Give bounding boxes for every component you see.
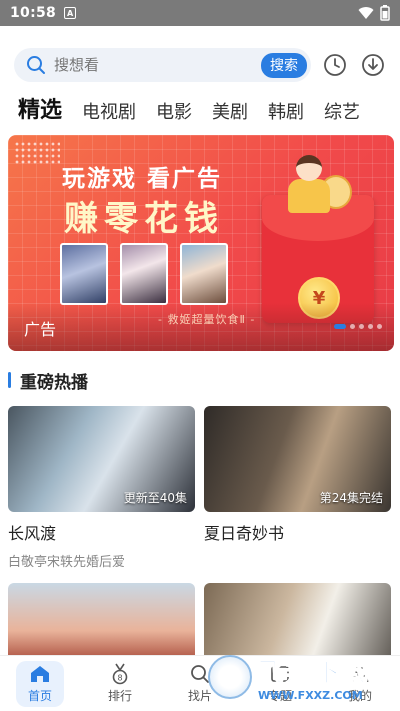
wifi-icon — [358, 7, 374, 20]
pager-dot[interactable] — [377, 324, 382, 329]
section-title: 重磅热播 — [20, 372, 88, 393]
watermark-emblem-icon — [208, 655, 252, 699]
search-box[interactable]: 搜索 — [14, 48, 311, 82]
video-title[interactable]: 夏日奇妙书 — [204, 520, 391, 544]
tab-us-drama[interactable]: 美剧 — [212, 98, 248, 124]
search-input[interactable] — [54, 56, 261, 74]
video-card[interactable]: 第24集完结 夏日奇妙书 — [204, 406, 391, 551]
section-header: 重磅热播 — [8, 370, 88, 393]
pager-dot[interactable] — [350, 324, 355, 329]
history-clock-icon — [324, 54, 346, 76]
banner-posters — [60, 243, 228, 305]
battery-icon — [380, 5, 390, 21]
tab-movies[interactable]: 电影 — [156, 98, 192, 124]
banner-subtext: - 救姬超量饮食Ⅱ - — [158, 313, 256, 326]
nav-label: 首页 — [27, 689, 52, 703]
watermark-url: WWW.FXXZ.COM — [258, 689, 363, 702]
video-title[interactable]: 长风渡 — [8, 520, 195, 544]
banner-pager — [334, 324, 382, 329]
banner-dot-pattern — [14, 141, 60, 165]
download-button[interactable] — [359, 51, 387, 79]
banner-poster-image — [60, 243, 108, 305]
notification-badge-icon: A — [64, 7, 77, 19]
video-thumbnail[interactable]: 更新至40集 — [8, 406, 195, 512]
pager-dot[interactable] — [359, 324, 364, 329]
tab-korean-drama[interactable]: 韩剧 — [268, 98, 304, 124]
search-button[interactable]: 搜索 — [261, 52, 307, 78]
banner-ad-label: 广告 — [24, 320, 57, 339]
category-tabs: 精选 电视剧 电影 美剧 韩剧 综艺 — [18, 92, 400, 124]
video-subtitle: 白敬亭宋轶先婚后爱 — [8, 555, 126, 570]
banner-headline: 玩游戏 看广告 — [62, 166, 223, 192]
svg-text:8: 8 — [117, 674, 122, 683]
home-icon — [29, 663, 51, 685]
tab-variety[interactable]: 综艺 — [324, 98, 360, 124]
nav-home[interactable]: 首页 — [0, 656, 80, 711]
history-button[interactable] — [321, 51, 349, 79]
banner-poster-image — [120, 243, 168, 305]
search-row: 搜索 — [14, 48, 390, 82]
nav-label: 排行 — [107, 689, 132, 703]
search-icon — [27, 56, 45, 74]
status-bar: 10:58 A — [0, 0, 400, 26]
girl-with-money-bag-illustration — [284, 155, 354, 217]
pager-dot-active[interactable] — [334, 324, 346, 329]
watermark-text: 飞翔下载 — [257, 658, 371, 689]
nav-ranking[interactable]: 8 排行 — [80, 656, 160, 711]
video-card[interactable]: 更新至40集 长风渡 白敬亭宋轶先婚后爱 — [8, 406, 195, 570]
ad-banner[interactable]: 玩游戏 看广告 赚零花钱 ¥ - 救姬超量饮食Ⅱ - 广告 — [8, 135, 394, 351]
search-icon — [190, 663, 210, 685]
episode-badge: 第24集完结 — [319, 491, 383, 505]
status-icons — [358, 5, 390, 21]
banner-tagline: 赚零花钱 — [64, 199, 224, 239]
banner-poster-image — [180, 243, 228, 305]
episode-badge: 更新至40集 — [123, 491, 187, 505]
tab-featured[interactable]: 精选 — [18, 92, 62, 124]
pager-dot[interactable] — [368, 324, 373, 329]
ranking-medal-icon: 8 — [110, 663, 130, 685]
section-accent-bar — [8, 372, 11, 388]
status-time: 10:58 — [10, 5, 57, 21]
download-icon — [362, 54, 384, 76]
watermark-logo: 飞翔下载 WWW.FXXZ.COM — [208, 653, 394, 702]
video-thumbnail[interactable]: 第24集完结 — [204, 406, 391, 512]
tab-tv-series[interactable]: 电视剧 — [82, 98, 136, 124]
